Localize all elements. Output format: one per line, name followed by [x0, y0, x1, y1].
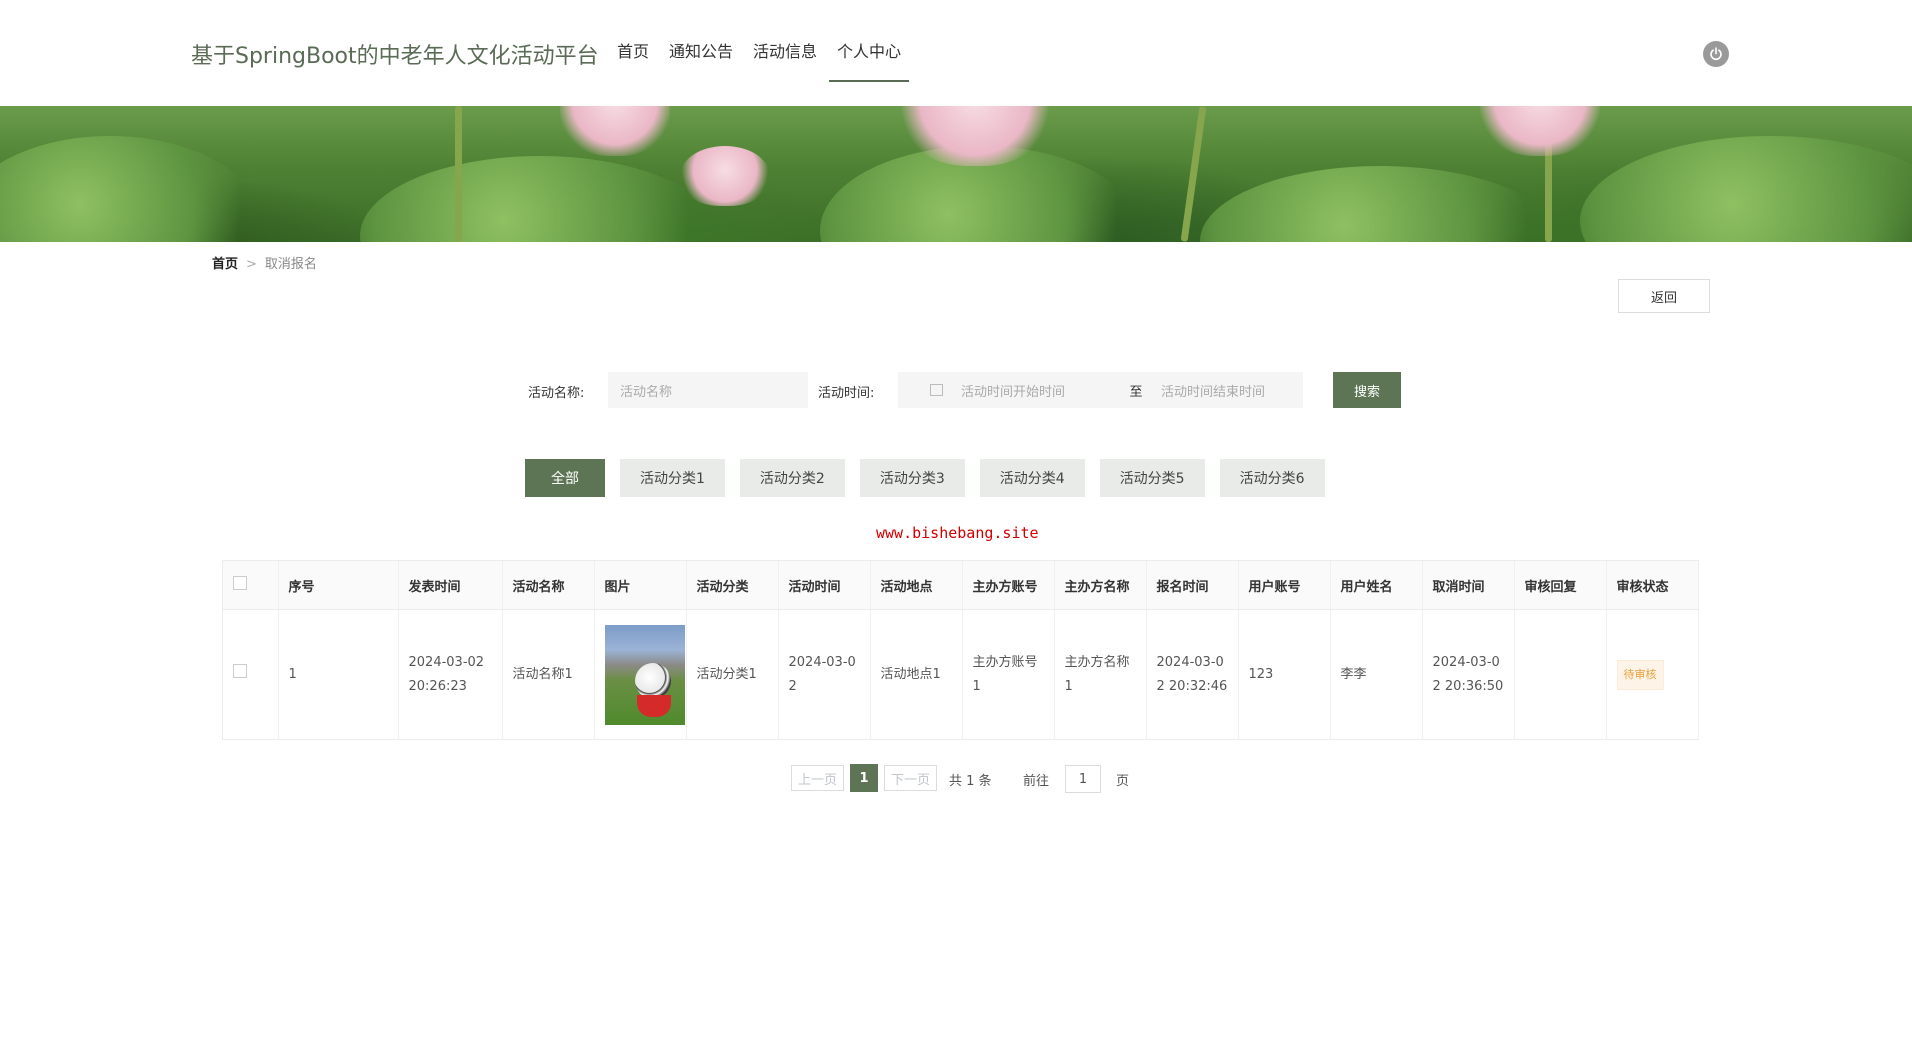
category-5[interactable]: 活动分类5: [1099, 459, 1205, 497]
category-4[interactable]: 活动分类4: [979, 459, 1085, 497]
column-header: 用户账号: [1238, 561, 1331, 610]
column-header: 图片: [594, 561, 687, 610]
back-button[interactable]: 返回: [1618, 279, 1710, 313]
table-row[interactable]: 1 2024-03-02 20:26:23 活动名称1 活动分类1 2024-0…: [223, 609, 1699, 740]
row-checkbox[interactable]: [233, 664, 247, 678]
nav-home[interactable]: 首页: [615, 32, 651, 82]
total-count: 共 1 条: [949, 774, 992, 789]
time-start-input[interactable]: 活动时间开始时间: [961, 381, 1111, 400]
logout-button[interactable]: [1703, 41, 1729, 67]
table-header-row: 序号 发表时间 活动名称 图片 活动分类 活动时间 活动地点 主办方账号 主办方…: [223, 561, 1699, 610]
breadcrumb-current: 取消报名: [264, 257, 317, 272]
cancel-signup-table: 序号 发表时间 活动名称 图片 活动分类 活动时间 活动地点 主办方账号 主办方…: [222, 560, 1699, 740]
prev-page-button[interactable]: 上一页: [791, 765, 845, 791]
column-header: 用户姓名: [1330, 561, 1423, 610]
category-1[interactable]: 活动分类1: [620, 459, 725, 497]
cell-activity-time: 2024-03-02: [778, 609, 871, 740]
column-header: 报名时间: [1146, 561, 1239, 610]
power-icon: [1710, 47, 1722, 61]
status-badge: 待审核: [1616, 660, 1664, 690]
cell-signup-time: 2024-03-02 20:32:46: [1146, 609, 1239, 740]
site-header: 基于SpringBoot的中老年人文化活动平台 首页 通知公告 活动信息 个人中…: [0, 0, 1912, 106]
category-filter-bar: 全部 活动分类1 活动分类2 活动分类3 活动分类4 活动分类5 活动分类6: [525, 459, 1340, 497]
column-header: 活动名称: [502, 561, 595, 610]
column-header: 活动分类: [686, 561, 779, 610]
cell-user-account: 123: [1238, 609, 1331, 740]
select-all-checkbox[interactable]: [233, 576, 247, 590]
goto-label: 前往: [1023, 774, 1050, 789]
category-6[interactable]: 活动分类6: [1219, 459, 1325, 497]
cell-user-name: 李李: [1330, 609, 1423, 740]
watermark-text: www.bishebang.site: [876, 524, 1039, 542]
cell-image: [594, 609, 687, 740]
time-range-separator: 至: [1129, 384, 1143, 400]
column-header: 审核回复: [1514, 561, 1607, 610]
main-nav: 首页 通知公告 活动信息 个人中心: [615, 38, 925, 88]
activity-name-label: 活动名称:: [528, 386, 585, 401]
column-header: 序号: [278, 561, 399, 610]
category-3[interactable]: 活动分类3: [859, 459, 965, 497]
row-select-cell: [223, 609, 279, 740]
nav-personal-center[interactable]: 个人中心: [829, 32, 910, 82]
column-header: 发表时间: [398, 561, 503, 610]
soccer-ball-graphic: [634, 663, 671, 699]
breadcrumb-home[interactable]: 首页: [212, 257, 238, 272]
cell-cancel-time: 2024-03-02 20:36:50: [1422, 609, 1515, 740]
cell-category: 活动分类1: [686, 609, 779, 740]
hero-banner-image: [0, 106, 1912, 242]
breadcrumb-separator: >: [246, 257, 257, 272]
cell-review-status: 待审核: [1606, 609, 1699, 740]
category-2[interactable]: 活动分类2: [739, 459, 845, 497]
nav-notices[interactable]: 通知公告: [667, 32, 735, 82]
page-unit-label: 页: [1116, 774, 1130, 789]
cell-location: 活动地点1: [870, 609, 963, 740]
cell-activity-name: 活动名称1: [502, 609, 595, 740]
activity-time-label: 活动时间:: [818, 386, 875, 401]
site-title: 基于SpringBoot的中老年人文化活动平台: [191, 44, 599, 69]
page-1-button[interactable]: 1: [850, 764, 878, 792]
red-cup-graphic: [636, 695, 671, 717]
calendar-icon: [930, 384, 943, 396]
column-header: 活动时间: [778, 561, 871, 610]
column-header: 取消时间: [1422, 561, 1515, 610]
activity-time-range-input[interactable]: 活动时间开始时间 至 活动时间结束时间: [898, 372, 1303, 408]
cell-review-reply: [1514, 609, 1607, 740]
search-button[interactable]: 搜索: [1333, 372, 1401, 408]
column-header: 主办方名称: [1054, 561, 1147, 610]
nav-activities[interactable]: 活动信息: [751, 32, 819, 82]
breadcrumb: 首页 > 取消报名: [212, 253, 317, 272]
cell-index: 1: [278, 609, 399, 740]
page-number-input[interactable]: 1: [1065, 765, 1101, 793]
activity-thumbnail-image[interactable]: [604, 625, 685, 725]
column-header: 审核状态: [1606, 561, 1699, 610]
column-header: 活动地点: [870, 561, 963, 610]
activity-name-input[interactable]: 活动名称: [608, 372, 808, 408]
cell-host-name: 主办方名称1: [1054, 609, 1147, 740]
next-page-button[interactable]: 下一页: [884, 765, 938, 791]
category-all[interactable]: 全部: [525, 459, 605, 497]
cell-host-account: 主办方账号1: [962, 609, 1055, 740]
select-all-cell: [223, 561, 279, 610]
column-header: 主办方账号: [962, 561, 1055, 610]
time-end-input[interactable]: 活动时间结束时间: [1161, 381, 1265, 400]
cell-publish-time: 2024-03-02 20:26:23: [398, 609, 503, 740]
